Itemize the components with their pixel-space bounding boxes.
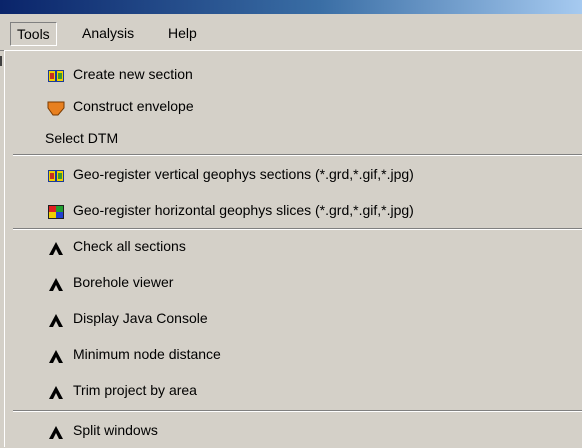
menu-tools[interactable]: Tools bbox=[10, 22, 57, 46]
vertical-section-icon bbox=[47, 166, 65, 182]
menu-item-label: Create new section bbox=[73, 66, 193, 82]
menu-item-split-windows[interactable]: Split windows bbox=[5, 417, 582, 443]
menu-item-borehole-viewer[interactable]: Borehole viewer bbox=[5, 269, 582, 295]
menu-item-label: Split windows bbox=[73, 422, 158, 438]
menu-item-label: Check all sections bbox=[73, 238, 186, 254]
envelope-shape-icon bbox=[47, 98, 65, 116]
menu-item-label: Geo-register horizontal geophys slices (… bbox=[73, 202, 414, 218]
tools-dropdown-menu: Create new section Construct envelope Se… bbox=[4, 50, 582, 447]
menu-item-label: Minimum node distance bbox=[73, 346, 221, 362]
menu-separator bbox=[13, 228, 582, 230]
menu-item-create-new-section[interactable]: Create new section bbox=[5, 61, 582, 87]
menu-analysis[interactable]: Analysis bbox=[76, 22, 140, 44]
menu-separator bbox=[13, 154, 582, 156]
menu-item-label: Trim project by area bbox=[73, 382, 197, 398]
menu-item-select-dtm[interactable]: Select DTM bbox=[5, 125, 582, 151]
menu-item-georegister-horizontal[interactable]: Geo-register horizontal geophys slices (… bbox=[5, 197, 582, 223]
menu-item-label: Select DTM bbox=[45, 130, 119, 146]
menu-bar: Tools Analysis Help bbox=[0, 14, 582, 51]
menu-item-display-java-console[interactable]: Display Java Console bbox=[5, 305, 582, 331]
tool-icon bbox=[47, 382, 65, 399]
tool-icon bbox=[47, 310, 65, 327]
horizontal-slice-icon bbox=[47, 202, 65, 219]
menu-item-label: Display Java Console bbox=[73, 310, 208, 326]
menu-item-check-all-sections[interactable]: Check all sections bbox=[5, 233, 582, 259]
tool-icon bbox=[47, 422, 65, 439]
tool-icon bbox=[47, 274, 65, 291]
menu-item-label: Borehole viewer bbox=[73, 274, 174, 290]
menu-item-construct-envelope[interactable]: Construct envelope bbox=[5, 93, 582, 119]
tool-icon bbox=[47, 346, 65, 363]
menu-item-trim-project-by-area[interactable]: Trim project by area bbox=[5, 377, 582, 403]
window-edge-marker bbox=[0, 56, 2, 66]
section-icon bbox=[47, 66, 65, 82]
menu-item-georegister-vertical[interactable]: Geo-register vertical geophys sections (… bbox=[5, 161, 582, 187]
menu-help[interactable]: Help bbox=[162, 22, 203, 44]
menu-item-minimum-node-distance[interactable]: Minimum node distance bbox=[5, 341, 582, 367]
menu-item-label: Construct envelope bbox=[73, 98, 194, 114]
menu-item-label: Geo-register vertical geophys sections (… bbox=[73, 166, 414, 182]
window-title-bar bbox=[0, 0, 582, 14]
tool-icon bbox=[47, 238, 65, 255]
menu-separator bbox=[13, 410, 582, 412]
